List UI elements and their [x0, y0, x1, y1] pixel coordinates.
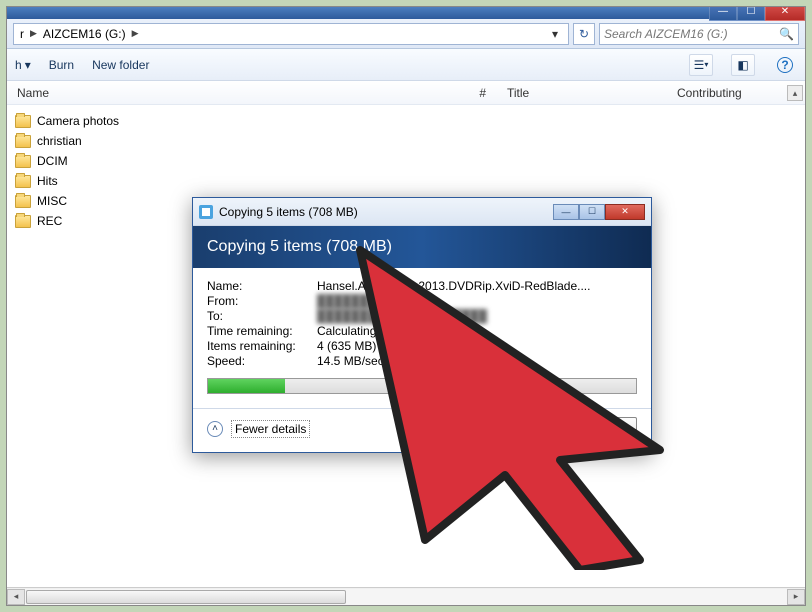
list-item[interactable]: Camera photos — [15, 111, 797, 131]
organize-menu[interactable]: h ▾ — [15, 58, 31, 72]
new-folder-label: New folder — [92, 58, 149, 72]
label-time-remaining: Time remaining: — [207, 324, 317, 338]
pane-icon: ◧ — [737, 58, 748, 72]
scroll-thumb[interactable] — [26, 590, 346, 604]
breadcrumb-root[interactable]: r — [20, 27, 24, 41]
preview-pane-button[interactable]: ◧ — [731, 54, 755, 76]
label-from: From: — [207, 294, 317, 308]
address-bar-row: r ▶ AIZCEM16 (G:) ▶ ▾ ↻ Search AIZCEM16 … — [7, 19, 805, 49]
progress-fill — [208, 379, 285, 393]
search-icon: 🔍 — [779, 27, 794, 41]
label-items-remaining: Items remaining: — [207, 339, 317, 353]
cancel-button[interactable]: Cancel — [562, 417, 638, 440]
cancel-label: Cancel — [579, 421, 621, 436]
breadcrumb-dropdown-icon[interactable]: ▾ — [548, 27, 562, 41]
value-to: ████████████████████ — [317, 309, 637, 323]
dialog-close-button[interactable]: ✕ — [605, 204, 645, 220]
folder-icon — [15, 215, 31, 228]
column-number[interactable]: # — [307, 86, 497, 100]
value-from: ████████████ — [317, 294, 637, 308]
refresh-icon: ↻ — [579, 27, 589, 41]
breadcrumb-drive[interactable]: AIZCEM16 (G:) — [43, 27, 126, 41]
scroll-left-button[interactable]: ◂ — [7, 589, 25, 605]
burn-label: Burn — [49, 58, 74, 72]
dialog-titlebar[interactable]: Copying 5 items (708 MB) — ☐ ✕ — [193, 198, 651, 226]
search-input[interactable]: Search AIZCEM16 (G:) 🔍 — [599, 23, 799, 45]
label-name: Name: — [207, 279, 317, 293]
chevron-down-icon: ▾ — [704, 60, 708, 69]
column-contributing[interactable]: Contributing — [667, 86, 805, 100]
folder-icon — [15, 155, 31, 168]
label-to: To: — [207, 309, 317, 323]
view-options-button[interactable]: ☰▾ — [689, 54, 713, 76]
organize-label: h — [15, 58, 22, 72]
dialog-maximize-button[interactable]: ☐ — [579, 204, 605, 220]
dialog-footer: ˄ Fewer details Cancel — [193, 408, 651, 452]
command-bar: h ▾ Burn New folder ☰▾ ◧ ? — [7, 49, 805, 81]
scroll-track[interactable] — [25, 589, 787, 605]
refresh-button[interactable]: ↻ — [573, 23, 595, 45]
progress-bar — [207, 378, 637, 394]
new-folder-button[interactable]: New folder — [92, 58, 149, 72]
burn-button[interactable]: Burn — [49, 58, 74, 72]
column-title[interactable]: Title — [497, 86, 667, 100]
folder-name: Hits — [37, 174, 58, 188]
view-icon: ☰ — [694, 58, 705, 72]
minimize-button[interactable]: — — [709, 6, 737, 21]
app-icon — [199, 205, 213, 219]
label-speed: Speed: — [207, 354, 317, 368]
dialog-header-text: Copying 5 items (708 MB) — [207, 238, 392, 256]
folder-name: MISC — [37, 194, 67, 208]
folder-icon — [15, 175, 31, 188]
value-name: Hansel.And.Gretel.2013.DVDRip.XviD-RedBl… — [317, 279, 637, 293]
chevron-up-icon[interactable]: ˄ — [207, 421, 223, 437]
search-placeholder: Search AIZCEM16 (G:) — [604, 27, 728, 41]
window-titlebar[interactable]: — ☐ ✕ — [7, 7, 805, 19]
help-button[interactable]: ? — [773, 54, 797, 76]
folder-name: christian — [37, 134, 82, 148]
explorer-window: — ☐ ✕ r ▶ AIZCEM16 (G:) ▶ ▾ ↻ Search AIZ… — [6, 6, 806, 606]
chevron-right-icon: ▶ — [132, 28, 139, 39]
value-speed: 14.5 MB/second — [317, 354, 637, 368]
value-time-remaining: Calculating... — [317, 324, 637, 338]
folder-icon — [15, 135, 31, 148]
list-item[interactable]: DCIM — [15, 151, 797, 171]
folder-icon — [15, 115, 31, 128]
list-item[interactable]: christian — [15, 131, 797, 151]
column-headers: Name # Title Contributing — [7, 81, 805, 105]
dialog-header: Copying 5 items (708 MB) — [193, 226, 651, 268]
column-name[interactable]: Name — [7, 86, 307, 100]
fewer-details-link[interactable]: Fewer details — [231, 420, 310, 438]
chevron-right-icon: ▶ — [30, 28, 37, 39]
dialog-minimize-button[interactable]: — — [553, 204, 579, 220]
maximize-button[interactable]: ☐ — [737, 6, 765, 21]
close-button[interactable]: ✕ — [765, 6, 805, 21]
copy-dialog: Copying 5 items (708 MB) — ☐ ✕ Copying 5… — [192, 197, 652, 453]
folder-name: Camera photos — [37, 114, 119, 128]
scroll-right-button[interactable]: ▸ — [787, 589, 805, 605]
scroll-up-button[interactable]: ▴ — [787, 85, 803, 101]
horizontal-scrollbar[interactable]: ◂ ▸ — [7, 587, 805, 605]
folder-name: REC — [37, 214, 62, 228]
folder-name: DCIM — [37, 154, 68, 168]
dialog-body: Name:Hansel.And.Gretel.2013.DVDRip.XviD-… — [193, 268, 651, 408]
breadcrumb[interactable]: r ▶ AIZCEM16 (G:) ▶ ▾ — [13, 23, 569, 45]
help-icon: ? — [777, 57, 793, 73]
value-items-remaining: 4 (635 MB) — [317, 339, 637, 353]
list-item[interactable]: Hits — [15, 171, 797, 191]
dialog-title-text: Copying 5 items (708 MB) — [219, 205, 358, 219]
chevron-down-icon: ▾ — [25, 58, 31, 72]
folder-icon — [15, 195, 31, 208]
